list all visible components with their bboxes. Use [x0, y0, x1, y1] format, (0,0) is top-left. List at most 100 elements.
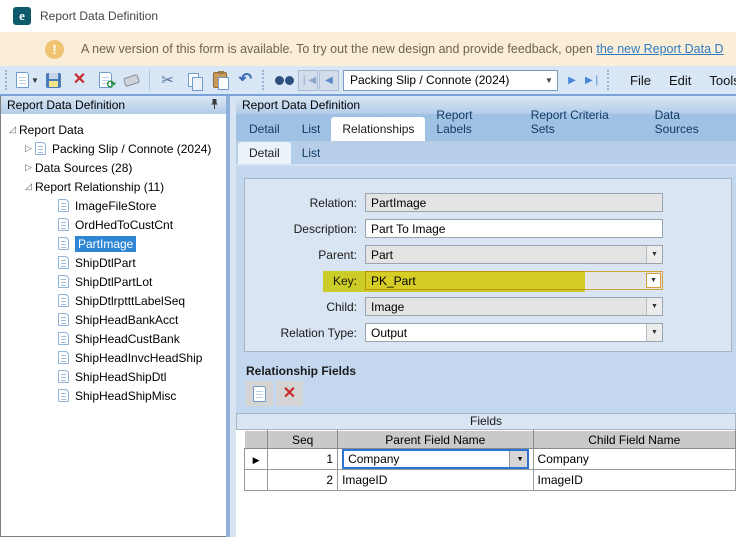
chevron-down-icon[interactable]: ▼: [646, 246, 662, 263]
child-field-column-header[interactable]: Child Field Name: [533, 431, 735, 449]
tree-node-relationship[interactable]: ShipHeadShipMisc: [1, 386, 226, 405]
relationship-doc-icon: [58, 370, 69, 383]
tab-data-sources[interactable]: Data Sources: [644, 103, 736, 141]
new-dropdown-arrow-icon[interactable]: ▼: [31, 76, 39, 85]
expander-collapsed-icon[interactable]: ▷: [22, 162, 35, 173]
relation-type-label: Relation Type:: [245, 326, 357, 340]
subtab-detail[interactable]: Detail: [238, 142, 291, 164]
tree-node-relationship[interactable]: ShipHeadCustBank: [1, 329, 226, 348]
refresh-button[interactable]: ⟳: [93, 69, 118, 92]
tree-node-relationship[interactable]: ShipHeadBankAcct: [1, 310, 226, 329]
key-row: Key: PK_Part▼: [245, 271, 731, 290]
tree-node-label: ShipDtlPart: [75, 256, 136, 270]
tree-node-label: ShipHeadCustBank: [75, 332, 180, 346]
save-button[interactable]: [41, 69, 66, 92]
clear-button[interactable]: [119, 69, 144, 92]
eraser-icon: [123, 73, 140, 86]
tree-node-relationship[interactable]: ShipDtlPart: [1, 253, 226, 272]
menu-tools[interactable]: Tools: [700, 73, 736, 88]
new-button[interactable]: ▼: [15, 69, 40, 92]
menubar-grip[interactable]: [607, 70, 613, 90]
tab-relationships[interactable]: Relationships: [331, 117, 425, 141]
record-selector-dropdown-icon[interactable]: ▼: [541, 76, 557, 85]
child-row: Child: Image▼: [245, 297, 731, 316]
subtab-list[interactable]: List: [291, 142, 332, 164]
tree-node-label: Report Data: [19, 123, 84, 137]
cut-button[interactable]: ✂: [155, 69, 180, 92]
tree-node-relationship[interactable]: ShipDtlrptttLabelSeq: [1, 291, 226, 310]
next-record-button[interactable]: ▶: [562, 70, 582, 91]
tab-report-labels[interactable]: Report Labels: [425, 103, 519, 141]
toolbar-grip[interactable]: [262, 70, 268, 90]
grid-row-1[interactable]: ▶ 1 Company ▼ Company: [245, 449, 736, 470]
last-record-button[interactable]: ▶❘: [583, 70, 603, 91]
toolbar-grip[interactable]: [5, 70, 11, 90]
tree-node-relationship[interactable]: ImageFileStore: [1, 196, 226, 215]
cell-combo-value: Company: [344, 452, 399, 466]
record-selector-combo[interactable]: Packing Slip / Connote (2024) ▼: [343, 70, 558, 91]
previous-record-button[interactable]: ◀: [319, 70, 339, 91]
tree-node-data-sources[interactable]: ▷Data Sources (28): [1, 158, 226, 177]
undo-button[interactable]: ↶: [233, 69, 258, 92]
delete-field-button[interactable]: ✕: [276, 381, 303, 406]
parent-dropdown[interactable]: Part▼: [365, 245, 663, 264]
menu-file[interactable]: File: [621, 73, 660, 88]
banner-text: A new version of this form is available.…: [81, 42, 724, 56]
seq-column-header[interactable]: Seq: [268, 431, 338, 449]
undo-arrow-icon: ↶: [239, 72, 252, 88]
new-form-link[interactable]: the new Report Data D: [596, 42, 723, 56]
tab-list[interactable]: List: [291, 117, 332, 141]
tree-node-report-relationship[interactable]: ◿Report Relationship (11): [1, 177, 226, 196]
tab-report-criteria-sets[interactable]: Report Criteria Sets: [520, 103, 644, 141]
tree-node-relationship[interactable]: ShipHeadShipDtl: [1, 367, 226, 386]
tree-node-report-data[interactable]: ◿Report Data: [1, 120, 226, 139]
clipboard-icon: [213, 72, 227, 88]
save-icon: [46, 73, 61, 88]
seq-cell[interactable]: 1: [268, 449, 338, 470]
tree-panel-header: Report Data Definition: [1, 96, 226, 114]
cell-combo[interactable]: Company ▼: [342, 449, 528, 469]
expander-collapsed-icon[interactable]: ▷: [22, 143, 35, 154]
row-selector[interactable]: [245, 470, 268, 491]
child-dropdown[interactable]: Image▼: [365, 297, 663, 316]
tree-node-relationship[interactable]: OrdHedToCustCnt: [1, 215, 226, 234]
search-button[interactable]: [272, 69, 297, 92]
description-field[interactable]: Part To Image: [365, 219, 663, 238]
tree-node-label: ShipDtlPartLot: [75, 275, 152, 289]
current-row-marker: ▶: [245, 449, 268, 470]
delete-button[interactable]: ✕: [67, 69, 92, 92]
first-record-button[interactable]: ❘◀: [298, 70, 318, 91]
panel-splitter[interactable]: [226, 96, 236, 537]
tree-node-relationship-selected[interactable]: PartImage: [1, 234, 226, 253]
relation-type-dropdown[interactable]: Output▼: [365, 323, 663, 342]
tree-node-relationship[interactable]: ShipHeadInvcHeadShip: [1, 348, 226, 367]
relation-field[interactable]: PartImage: [365, 193, 663, 212]
pin-icon[interactable]: [209, 98, 220, 113]
parent-field-column-header[interactable]: Parent Field Name: [338, 431, 533, 449]
tab-detail[interactable]: Detail: [238, 117, 291, 141]
chevron-down-icon[interactable]: ▼: [646, 273, 661, 288]
chevron-down-icon[interactable]: ▼: [509, 451, 527, 467]
grid-row-2[interactable]: 2 ImageID ImageID: [245, 470, 736, 491]
menu-edit[interactable]: Edit: [660, 73, 700, 88]
parent-field-cell-active[interactable]: Company ▼: [338, 449, 533, 470]
key-dropdown[interactable]: PK_Part▼: [365, 271, 663, 290]
child-field-cell[interactable]: ImageID: [533, 470, 735, 491]
delete-row-x-icon: ✕: [283, 386, 296, 402]
relationship-doc-icon: [58, 275, 69, 288]
parent-field-cell[interactable]: ImageID: [338, 470, 533, 491]
tree-node-packing-slip[interactable]: ▷Packing Slip / Connote (2024): [1, 139, 226, 158]
relationship-doc-icon: [58, 199, 69, 212]
expander-expanded-icon[interactable]: ◿: [22, 181, 35, 192]
seq-cell[interactable]: 2: [268, 470, 338, 491]
expander-expanded-icon[interactable]: ◿: [6, 124, 19, 135]
add-field-button[interactable]: [246, 381, 273, 406]
warning-icon: !: [45, 40, 64, 59]
child-field-cell[interactable]: Company: [533, 449, 735, 470]
chevron-down-icon[interactable]: ▼: [646, 324, 662, 341]
chevron-down-icon[interactable]: ▼: [646, 298, 662, 315]
tree-node-relationship[interactable]: ShipDtlPartLot: [1, 272, 226, 291]
copy-button[interactable]: [181, 69, 206, 92]
paste-button[interactable]: [207, 69, 232, 92]
relationship-doc-icon: [58, 218, 69, 231]
